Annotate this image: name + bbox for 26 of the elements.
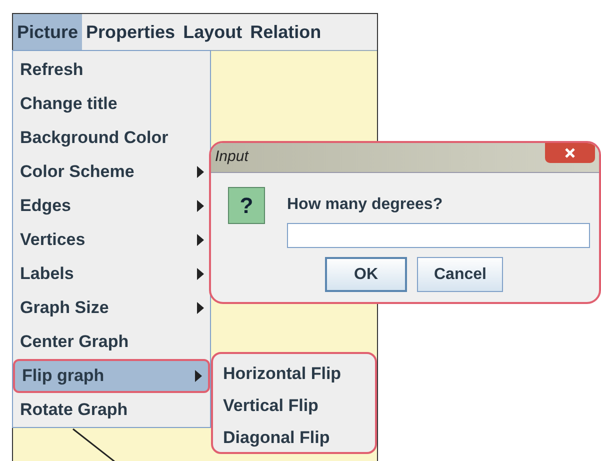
menu-item[interactable]: Color Scheme — [13, 155, 210, 189]
dialog-button[interactable]: Cancel — [417, 257, 504, 292]
menu-title[interactable]: Layout — [179, 14, 246, 50]
menu-item[interactable]: Horizontal Flip — [213, 358, 375, 390]
menu-item[interactable]: Vertical Flip — [213, 390, 375, 422]
menu-item[interactable]: Rotate Graph — [13, 393, 210, 427]
dialog-message: How many degrees? — [287, 195, 444, 215]
menu-title[interactable]: Picture — [13, 14, 82, 50]
menu-item[interactable]: Labels — [13, 257, 210, 291]
dialog-button[interactable]: OK — [325, 257, 407, 292]
menu-item[interactable]: Background Color — [13, 121, 210, 155]
menu-title[interactable]: Properties — [82, 14, 180, 50]
menu-item[interactable]: Edges — [13, 189, 210, 223]
menu-item[interactable]: Center Graph — [13, 325, 210, 359]
menu-item[interactable]: Change title — [13, 87, 210, 121]
dialog-title: Input — [215, 147, 248, 168]
menu-item[interactable]: Flip graph — [13, 359, 210, 393]
menu-item[interactable]: Diagonal Flip — [213, 422, 375, 454]
menu-title[interactable]: Relation — [246, 14, 326, 50]
close-icon — [565, 148, 575, 158]
question-icon: ? — [228, 187, 265, 224]
menu-item[interactable]: Refresh — [13, 53, 210, 87]
input-field[interactable] — [287, 223, 590, 248]
menu-item[interactable]: Vertices — [13, 223, 210, 257]
close-button[interactable] — [545, 143, 595, 163]
menu-item[interactable]: Graph Size — [13, 291, 210, 325]
